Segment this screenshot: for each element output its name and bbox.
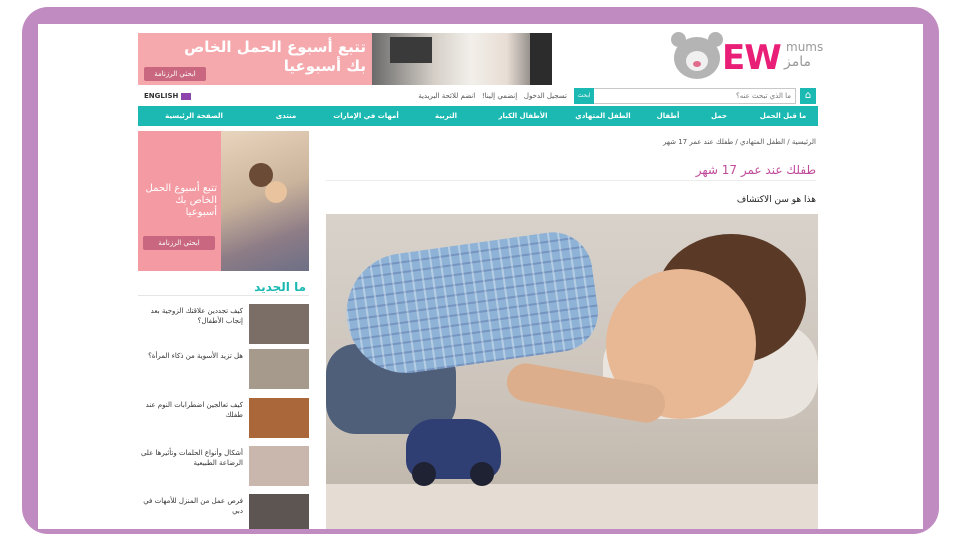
news-thumbnail[interactable] [249,349,309,389]
divider [138,295,309,296]
news-title[interactable]: كيف تعالجين اضطرابات النوم عند طفلك [138,400,243,420]
divider [326,180,816,181]
hero-image [326,214,818,529]
web-page: تتبع أسبوع الحمل الخاص بك أسبوعيا ابحثي … [38,24,923,529]
news-thumbnail[interactable] [249,446,309,486]
page-title: طفلك عند عمر 17 شهر [695,163,816,177]
news-thumbnail[interactable] [249,304,309,344]
newsletter-link[interactable]: انضم للائحة البريدية [418,92,475,100]
logo-tag-en: mums [786,40,824,54]
logo-text[interactable]: EW [722,39,782,77]
latest-heading: ما الجديد [254,280,306,294]
search-field[interactable] [574,88,796,104]
logo-tag-ar: مامز [784,54,811,70]
breadcrumb[interactable]: الرئيسية / الطفل المتهادي / طفلك عند عمر… [326,136,816,148]
news-thumbnail[interactable] [249,398,309,438]
banner-photo [372,33,552,85]
search-input[interactable] [587,89,795,103]
nav-pregnancy[interactable]: حمل [694,106,744,126]
nav-toddler[interactable]: الطفل المتهادي [568,106,638,126]
nav-home[interactable]: الصفحة الرئيسية [144,106,244,126]
news-item[interactable]: فرص عمل من المنزل للأمهات في دبي [138,494,309,529]
news-item[interactable]: هل تزيد الأسوية من ذكاء المرأة؟ [138,349,309,393]
promo-calendar-button[interactable]: ابحثي الرزنامة [143,236,215,250]
news-title[interactable]: أشكال وأنواع الحلمات وتأثيرها على الرضاع… [138,448,243,468]
nav-preconception[interactable]: ما قبل الحمل [748,106,818,126]
logo-bear-icon[interactable] [671,32,723,79]
news-item[interactable]: أشكال وأنواع الحلمات وتأثيرها على الرضاع… [138,446,309,490]
top-banner-ad[interactable]: تتبع أسبوع الحمل الخاص بك أسبوعيا ابحثي … [138,33,552,85]
join-link[interactable]: إنضمي إلينا! [482,92,517,100]
sidebar-promo-ad[interactable]: تتبع أسبوع الحمل الخاص بك أسبوعيا ابحثي … [138,131,309,271]
promo-text: تتبع أسبوع الحمل الخاص بك أسبوعيا [145,183,217,218]
nav-forum[interactable]: منتدى [256,106,316,126]
search-button[interactable]: ابحث [574,88,594,104]
main-nav: ما قبل الحمل حمل أطفال الطفل المتهادي ال… [138,106,818,126]
banner-calendar-button[interactable]: ابحثي الرزنامة [144,67,206,81]
news-item[interactable]: كيف تعالجين اضطرابات النوم عند طفلك [138,398,309,442]
nav-babies[interactable]: أطفال [643,106,693,126]
news-thumbnail[interactable] [249,494,309,529]
news-item[interactable]: كيف تجددين علاقتك الزوجية بعد إنجاب الأط… [138,304,309,348]
news-title[interactable]: هل تزيد الأسوية من ذكاء المرأة؟ [138,351,243,361]
login-link[interactable]: تسجيل الدخول [524,92,567,100]
nav-parenting[interactable]: التربية [416,106,476,126]
article-subtitle: هذا هو سن الاكتشاف [736,195,816,205]
news-title[interactable]: كيف تجددين علاقتك الزوجية بعد إنجاب الأط… [138,306,243,326]
utility-links: تسجيل الدخول إنضمي إلينا! انضم للائحة ال… [142,88,567,104]
home-icon[interactable]: ⌂ [800,88,816,104]
nav-uae-moms[interactable]: أمهات في الإمارات [323,106,409,126]
news-title[interactable]: فرص عمل من المنزل للأمهات في دبي [138,496,243,516]
nav-kids[interactable]: الأطفال الكبار [483,106,563,126]
promo-photo [221,131,309,271]
